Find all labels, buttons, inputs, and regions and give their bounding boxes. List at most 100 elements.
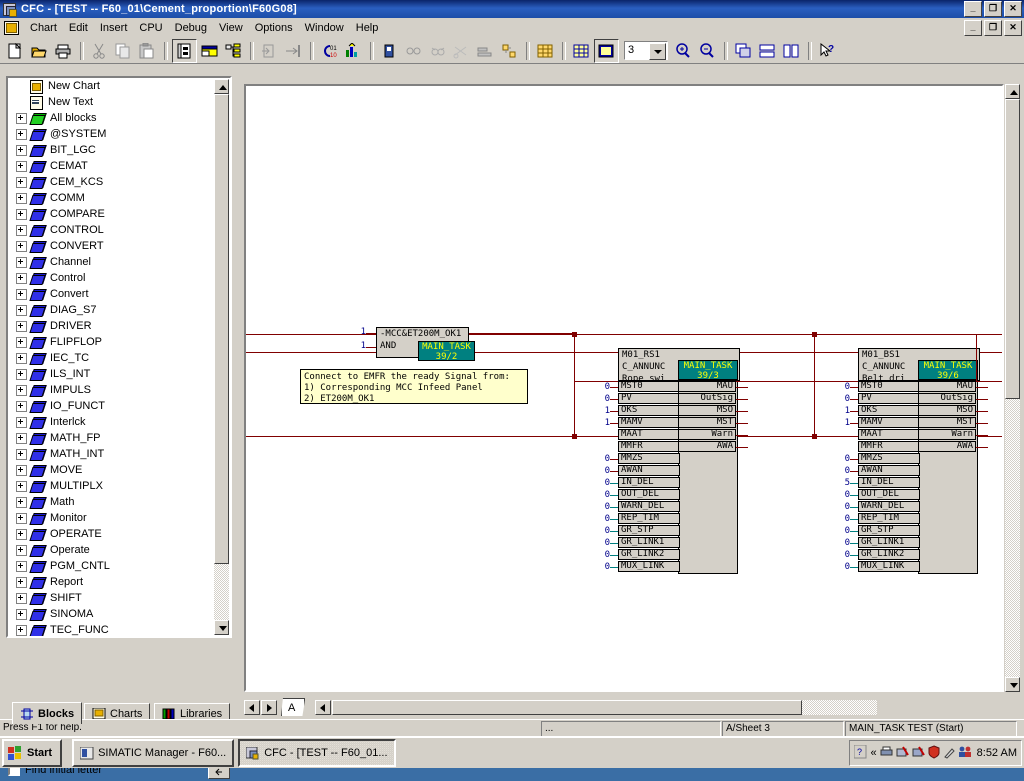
tree-item-convert[interactable]: CONVERT [8,238,216,254]
block-0-output-MAU[interactable]: MAU [678,381,736,392]
scroll-up-button[interactable] [214,79,229,94]
expand-plus-icon[interactable] [16,128,27,140]
expand-plus-icon[interactable] [16,208,27,220]
chart-view-icon[interactable] [172,38,197,63]
users-icon[interactable] [958,745,972,762]
tree-item-control[interactable]: Control [8,270,216,286]
block-1-output-Warn[interactable]: Warn [918,429,976,440]
paste-icon[interactable] [136,40,159,62]
copy-icon[interactable] [112,40,135,62]
chart-comment-box[interactable]: Connect to EMFR the ready Signal from: 1… [300,369,528,404]
net2-icon[interactable] [912,745,926,762]
tool-icon[interactable] [943,745,956,762]
tree-item-operate[interactable]: OPERATE [8,526,216,542]
canvas-scroll-down-button[interactable] [1005,677,1020,692]
tree-item-impuls[interactable]: IMPULS [8,382,216,398]
tree-item-math[interactable]: Math [8,494,216,510]
tree-item-all-blocks[interactable]: All blocks [8,110,216,126]
tree-item-new-text[interactable]: New Text [8,94,216,110]
open-icon[interactable] [28,40,51,62]
block-0-input-REP_TIM[interactable]: REP_TIM [618,513,680,524]
taskbar-button-cfc[interactable]: CFC - [TEST -- F60_01... [238,739,396,767]
tree-item-comm[interactable]: COMM [8,190,216,206]
tree-item-tec-func[interactable]: TEC_FUNC [8,622,216,636]
compile-icon[interactable]: 01 10 [318,40,341,62]
help-icon[interactable]: ? [853,744,867,762]
block-1-output-OutSig[interactable]: OutSig [918,393,976,404]
scroll-track[interactable] [214,94,229,620]
child-restore-button[interactable]: ❐ [984,20,1002,36]
align-icon[interactable] [474,40,497,62]
tree-view-icon[interactable] [222,40,245,62]
block-0-input-MMZS[interactable]: MMZS [618,453,680,464]
tree-item-driver[interactable]: DRIVER [8,318,216,334]
menu-options[interactable]: Options [249,20,299,36]
tree-item-iec-tc[interactable]: IEC_TC [8,350,216,366]
shield-icon[interactable] [928,744,941,762]
tree-item-bit-lgc[interactable]: BIT_LGC [8,142,216,158]
block-1-input-WARN_DEL[interactable]: WARN_DEL [858,501,920,512]
expand-plus-icon[interactable] [16,480,27,492]
tree-item-cem-kcs[interactable]: CEM_KCS [8,174,216,190]
prev-sheet-button[interactable] [244,699,260,715]
tree-item-monitor[interactable]: Monitor [8,510,216,526]
cut-icon[interactable] [88,40,111,62]
tree-item-io-funct[interactable]: IO_FUNCT [8,398,216,414]
help-cursor-icon[interactable]: ? [816,40,839,62]
minimize-button[interactable]: _ [964,1,982,17]
menu-help[interactable]: Help [350,20,385,36]
expand-plus-icon[interactable] [16,576,27,588]
block-0-input-MST0[interactable]: MST0 [618,381,680,392]
tile-vert-icon[interactable] [780,40,803,62]
expand-plus-icon[interactable] [16,320,27,332]
zoom-out-icon[interactable] [696,40,719,62]
distribute-icon[interactable] [498,40,521,62]
expand-plus-icon[interactable] [16,352,27,364]
child-close-button[interactable]: ✕ [1004,20,1022,36]
new-icon[interactable] [4,40,27,62]
block-tree-list[interactable]: New Chart New Text All blocks @SYSTEM BIT_LG… [8,78,216,636]
tile-horiz-icon[interactable] [756,40,779,62]
tree-item-math-int[interactable]: MATH_INT [8,446,216,462]
block-0-input-PV[interactable]: PV [618,393,680,404]
block-0-input-GR_STP[interactable]: GR_STP [618,525,680,536]
block-0-input-GR_LINK1[interactable]: GR_LINK1 [618,537,680,548]
tree-item-flipflop[interactable]: FLIPFLOP [8,334,216,350]
scroll-down-button[interactable] [214,620,229,635]
cascade-icon[interactable] [732,40,755,62]
block-0-input-MMFR[interactable]: MMFR [618,441,680,452]
taskbar-button-simatic[interactable]: SIMATIC Manager - F60... [72,739,235,767]
printer-icon[interactable] [880,745,894,762]
expand-plus-icon[interactable] [16,512,27,524]
expand-plus-icon[interactable] [16,432,27,444]
expand-plus-icon[interactable] [16,304,27,316]
block-0-input-WARN_DEL[interactable]: WARN_DEL [618,501,680,512]
chevron-left-icon[interactable]: « [871,747,877,759]
watch-icon[interactable] [402,40,425,62]
expand-plus-icon[interactable] [16,192,27,204]
expand-plus-icon[interactable] [16,544,27,556]
print-icon[interactable] [52,40,75,62]
scroll-thumb[interactable] [214,94,229,564]
block-1-input-AWAN[interactable]: AWAN [858,465,920,476]
disconnect-icon[interactable] [450,40,473,62]
tree-item-pgm-cntl[interactable]: PGM_CNTL [8,558,216,574]
canvas-vertical-scrollbar[interactable] [1005,84,1020,692]
tree-item-shift[interactable]: SHIFT [8,590,216,606]
tree-item-control[interactable]: CONTROL [8,222,216,238]
expand-plus-icon[interactable] [16,528,27,540]
menu-cpu[interactable]: CPU [133,20,168,36]
expand-plus-icon[interactable] [16,592,27,604]
block-0-input-OUT_DEL[interactable]: OUT_DEL [618,489,680,500]
block-1-input-MUX_LINK[interactable]: MUX_LINK [858,561,920,572]
block-0-output-Warn[interactable]: Warn [678,429,736,440]
tree-item-report[interactable]: Report [8,574,216,590]
block-1-input-REP_TIM[interactable]: REP_TIM [858,513,920,524]
tab-blocks[interactable]: Blocks [12,702,83,724]
block-0-input-MAMV[interactable]: MAMV [618,417,680,428]
canvas-scroll-thumb[interactable] [1005,99,1020,399]
hscroll-thumb[interactable] [332,699,803,715]
block-1-input-OUT_DEL[interactable]: OUT_DEL [858,489,920,500]
expand-plus-icon[interactable] [16,336,27,348]
block-0-input-IN_DEL[interactable]: IN_DEL [618,477,680,488]
